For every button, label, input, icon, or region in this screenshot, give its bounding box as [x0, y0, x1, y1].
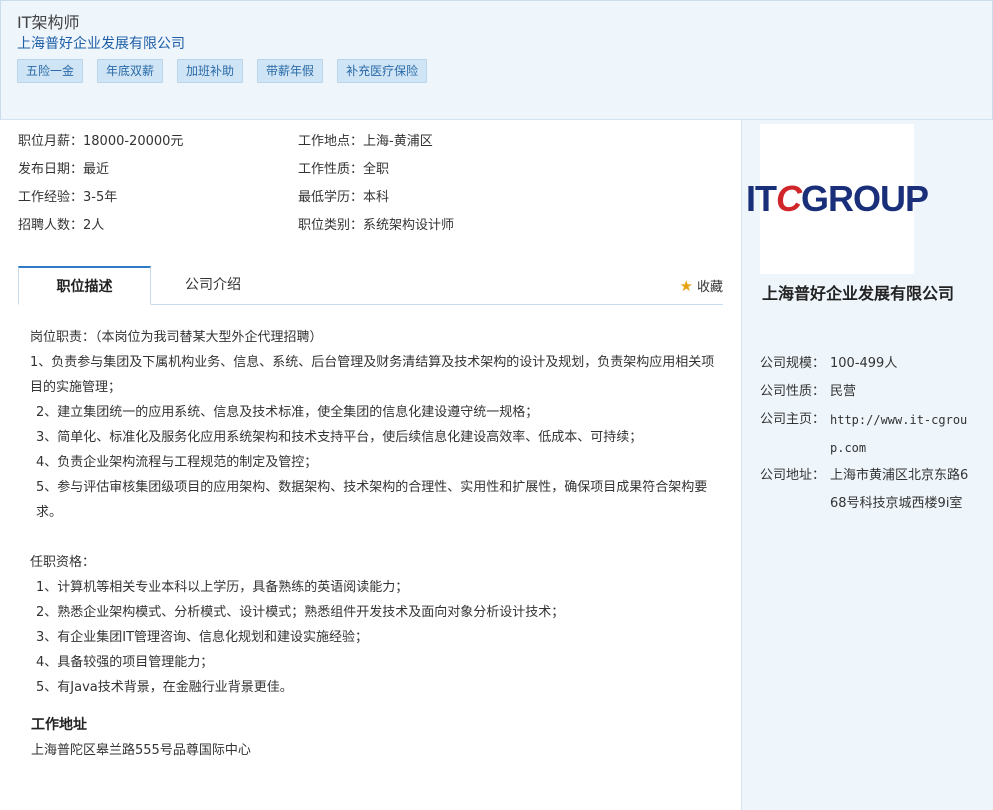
company-size-value: 100-499人	[830, 356, 898, 371]
logo-text: ITCGROUP	[746, 178, 929, 219]
requirement-item: 1、计算机等相关专业本科以上学历，具备熟练的英语阅读能力；	[36, 580, 409, 595]
company-logo[interactable]: ITCGROUP	[746, 124, 929, 274]
company-homepage-label: 公司主页：	[760, 412, 826, 427]
company-homepage: 公司主页： http://www.it-cgroup.com	[760, 406, 975, 462]
requirement-item: 2、熟悉企业架构模式、分析模式、设计模式；熟悉组件开发技术及面向对象分析设计技术…	[36, 605, 565, 620]
benefit-tag: 补充医疗保险	[337, 59, 428, 83]
requirement-item: 4、具备较强的项目管理能力；	[36, 655, 214, 670]
company-size-label: 公司规模：	[760, 356, 826, 371]
salary: 职位月薪：18000-20000元	[18, 134, 184, 149]
publish-date: 发布日期：最近	[18, 162, 110, 177]
company-link[interactable]: 上海普好企业发展有限公司	[17, 33, 185, 53]
company-size: 公司规模： 100-499人	[760, 350, 975, 378]
job-title: IT架构师	[17, 13, 80, 32]
work-address: 上海普陀区皋兰路555号品尊国际中心	[31, 743, 251, 758]
company-nature-value: 民营	[830, 384, 857, 399]
benefit-tag: 年底双薪	[97, 59, 164, 83]
company-homepage-link[interactable]: http://www.it-cgroup.com	[830, 406, 975, 462]
favorite-label: 收藏	[696, 280, 723, 295]
duties-title: 岗位职责：（本岗位为我司替某大型外企代理招聘）	[30, 330, 323, 345]
company-address: 公司地址： 上海市黄浦区北京东路668号科技京城西楼9i室	[760, 462, 975, 518]
company-nature: 公司性质： 民营	[760, 378, 975, 406]
job-header: IT架构师 上海普好企业发展有限公司 五险一金 年底双薪 加班补助 带薪年假 补…	[0, 0, 993, 120]
benefit-tag: 加班补助	[177, 59, 244, 83]
benefit-tag: 五险一金	[17, 59, 84, 83]
tab-company-intro[interactable]: 公司介绍	[178, 266, 248, 303]
location: 工作地点：上海-黄浦区	[298, 134, 433, 149]
headcount: 招聘人数：2人	[18, 218, 105, 233]
sidebar-company-name[interactable]: 上海普好企业发展有限公司	[762, 282, 982, 306]
job-category: 职位类别：系统架构设计师	[298, 218, 455, 233]
benefit-tag: 带薪年假	[257, 59, 324, 83]
experience: 工作经验：3-5年	[18, 190, 118, 205]
requirement-item: 3、有企业集团IT管理咨询、信息化规划和建设实施经验；	[36, 630, 369, 645]
star-icon: ★	[679, 276, 693, 295]
duty-item: 1、负责参与集团及下属机构业务、信息、系统、后台管理及财务清结算及技术架构的设计…	[30, 355, 715, 395]
company-sidebar: ITCGROUP 上海普好企业发展有限公司 公司规模： 100-499人 公司性…	[741, 120, 993, 810]
company-nature-label: 公司性质：	[760, 384, 826, 399]
job-description: 岗位职责：（本岗位为我司替某大型外企代理招聘） 1、负责参与集团及下属机构业务、…	[30, 325, 720, 700]
duty-item: 4、负责企业架构流程与工程规范的制定及管控；	[36, 455, 318, 470]
detail-tabs: 职位描述 公司介绍 ★ 收藏	[18, 266, 723, 305]
company-address-label: 公司地址：	[760, 468, 826, 483]
duty-item: 5、参与评估审核集团级项目的应用架构、数据架构、技术架构的合理性、实用性和扩展性…	[36, 480, 708, 520]
work-address-title: 工作地址	[31, 717, 87, 733]
education: 最低学历：本科	[298, 190, 390, 205]
requirement-item: 5、有Java技术背景，在金融行业背景更佳。	[36, 680, 293, 695]
company-address-value: 上海市黄浦区北京东路668号科技京城西楼9i室	[830, 468, 969, 511]
tab-description[interactable]: 职位描述	[18, 266, 151, 305]
duty-item: 3、简单化、标准化及服务化应用系统架构和技术支持平台，使后续信息化建设高效率、低…	[36, 430, 643, 445]
requirements-title: 任职资格：	[30, 555, 96, 570]
job-type: 工作性质：全职	[298, 162, 390, 177]
benefit-tags: 五险一金 年底双薪 加班补助 带薪年假 补充医疗保险	[17, 59, 428, 83]
duty-item: 2、建立集团统一的应用系统、信息及技术标准，使全集团的信息化建设遵守统一规格；	[36, 405, 539, 420]
favorite-button[interactable]: ★ 收藏	[679, 276, 723, 296]
